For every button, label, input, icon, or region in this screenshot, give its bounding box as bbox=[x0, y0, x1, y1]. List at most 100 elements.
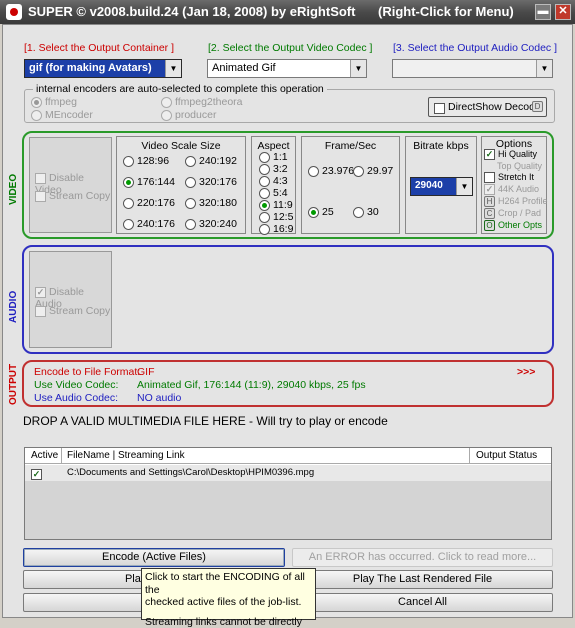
scale-option-320x176[interactable]: 320:176 bbox=[185, 176, 237, 188]
radio-icon[interactable] bbox=[31, 110, 42, 121]
h264-profile-button[interactable]: HH264 Profile bbox=[484, 196, 548, 208]
radio-icon[interactable] bbox=[185, 219, 196, 230]
radio-icon[interactable] bbox=[353, 166, 364, 177]
radio-icon[interactable] bbox=[259, 212, 270, 223]
radio-icon[interactable] bbox=[308, 166, 319, 177]
checkbox-icon[interactable] bbox=[434, 103, 445, 114]
aspect-option-4-3[interactable]: 4:3 bbox=[259, 175, 288, 187]
bitrate-select[interactable]: 29040 ▼ bbox=[410, 177, 473, 196]
radio-icon[interactable] bbox=[185, 177, 196, 188]
cancel-all-button[interactable]: Cancel All bbox=[292, 593, 553, 612]
checkbox-icon[interactable] bbox=[484, 172, 495, 183]
radio-icon[interactable] bbox=[161, 110, 172, 121]
fps-option-30[interactable]: 30 bbox=[353, 206, 379, 218]
bitrate-value: 29040 bbox=[415, 180, 443, 191]
video-options-group: Options ✓Hi Quality Top Quality Stretch … bbox=[481, 136, 547, 234]
aspect-option-16-9[interactable]: 16:9 bbox=[259, 223, 293, 235]
output-more-button[interactable]: >>> bbox=[517, 366, 535, 378]
output-format-value: GIF bbox=[137, 366, 155, 378]
job-list[interactable]: Active FileName | Streaming Link Output … bbox=[24, 447, 552, 540]
checkbox-icon[interactable] bbox=[35, 173, 46, 184]
fps-option-2997[interactable]: 29.97 bbox=[353, 165, 393, 177]
drop-zone-text[interactable]: DROP A VALID MULTIMEDIA FILE HERE - Will… bbox=[23, 414, 388, 428]
checkbox-icon[interactable]: ✓ bbox=[484, 149, 495, 160]
encoder-producer[interactable]: producer bbox=[161, 109, 216, 121]
row-active-checkbox[interactable]: ✓ bbox=[31, 469, 42, 480]
aspect-option-1-1[interactable]: 1:1 bbox=[259, 151, 288, 163]
radio-icon[interactable] bbox=[259, 188, 270, 199]
top-quality-label[interactable]: Top Quality bbox=[497, 161, 542, 173]
radio-icon[interactable] bbox=[185, 156, 196, 167]
video-codec-select[interactable]: Animated Gif ▼ bbox=[207, 59, 367, 78]
scale-option-240x176[interactable]: 240:176 bbox=[123, 218, 175, 230]
radio-icon[interactable] bbox=[123, 219, 134, 230]
radio-icon[interactable] bbox=[123, 156, 134, 167]
other-opts-button[interactable]: OOther Opts bbox=[484, 220, 542, 232]
radio-icon[interactable] bbox=[259, 152, 270, 163]
radio-icon[interactable] bbox=[259, 164, 270, 175]
title-bar[interactable]: SUPER © v2008.build.24 (Jan 18, 2008) by… bbox=[0, 0, 575, 24]
video-stream-copy-checkbox[interactable]: Stream Copy bbox=[35, 190, 110, 202]
scale-option-220x176[interactable]: 220:176 bbox=[123, 197, 175, 209]
job-list-row[interactable]: ✓ C:\Documents and Settings\Carol\Deskto… bbox=[25, 465, 551, 481]
container-select[interactable]: gif (for making Avatars) ▼ bbox=[24, 59, 182, 78]
radio-icon[interactable] bbox=[259, 200, 270, 211]
fps-option-23976[interactable]: 23.976 bbox=[308, 165, 354, 177]
aspect-option-11-9[interactable]: 11:9 bbox=[259, 199, 293, 211]
minimize-button[interactable]: ▬ bbox=[535, 4, 551, 20]
chevron-down-icon[interactable]: ▼ bbox=[536, 60, 552, 77]
checkbox-icon[interactable]: ✓ bbox=[484, 184, 495, 195]
audio-disable-box: ✓Disable Audio Stream Copy bbox=[29, 251, 112, 348]
col-status-header[interactable]: Output Status bbox=[476, 450, 537, 461]
checkbox-icon[interactable] bbox=[35, 306, 46, 317]
scale-option-128x96[interactable]: 128:96 bbox=[123, 155, 169, 167]
radio-icon[interactable] bbox=[161, 97, 172, 108]
radio-icon[interactable] bbox=[259, 224, 270, 235]
tooltip-line-3: Streaming links cannot be directly bbox=[145, 616, 312, 628]
radio-icon[interactable] bbox=[308, 207, 319, 218]
radio-icon[interactable] bbox=[123, 177, 134, 188]
error-info-button[interactable]: An ERROR has occurred. Click to read mor… bbox=[292, 548, 553, 567]
radio-icon[interactable] bbox=[185, 198, 196, 209]
encode-button[interactable]: Encode (Active Files) bbox=[23, 548, 285, 567]
checkbox-icon[interactable]: ✓ bbox=[35, 287, 46, 298]
radio-icon[interactable] bbox=[123, 198, 134, 209]
audio-44k-checkbox[interactable]: ✓44K Audio bbox=[484, 184, 539, 196]
checkbox-icon[interactable] bbox=[35, 191, 46, 202]
radio-icon[interactable] bbox=[31, 97, 42, 108]
radio-icon[interactable] bbox=[259, 176, 270, 187]
col-file-header[interactable]: FileName | Streaming Link bbox=[67, 450, 185, 461]
encoder-ffmpeg[interactable]: ffmpeg bbox=[31, 96, 77, 108]
chevron-down-icon[interactable]: ▼ bbox=[456, 178, 472, 195]
scale-option-320x180[interactable]: 320:180 bbox=[185, 197, 237, 209]
app-icon[interactable] bbox=[6, 4, 22, 20]
crop-pad-button[interactable]: CCrop / Pad bbox=[484, 208, 541, 220]
directshow-badge[interactable]: D bbox=[532, 101, 543, 112]
tooltip-line-2: checked active files of the job-list. bbox=[145, 596, 312, 609]
scale-option-176x144[interactable]: 176:144 bbox=[123, 176, 175, 188]
scale-size-title: Video Scale Size bbox=[117, 140, 245, 152]
encoder-ffmpeg2theora[interactable]: ffmpeg2theora bbox=[161, 96, 243, 108]
crop-badge: C bbox=[484, 208, 495, 219]
directshow-decode-toggle[interactable]: DirectShow Decode D bbox=[428, 97, 547, 117]
close-button[interactable]: ✕ bbox=[555, 4, 571, 20]
aspect-option-5-4[interactable]: 5:4 bbox=[259, 187, 288, 199]
scale-option-320x240[interactable]: 320:240 bbox=[185, 218, 237, 230]
radio-icon[interactable] bbox=[353, 207, 364, 218]
audio-codec-select[interactable]: ▼ bbox=[392, 59, 553, 78]
play-last-rendered-button[interactable]: Play The Last Rendered File bbox=[292, 570, 553, 589]
stretch-it-checkbox[interactable]: Stretch It bbox=[484, 172, 534, 184]
encoder-mencoder[interactable]: MEncoder bbox=[31, 109, 93, 121]
audio-stream-copy-checkbox[interactable]: Stream Copy bbox=[35, 305, 110, 317]
chevron-down-icon[interactable]: ▼ bbox=[350, 60, 366, 77]
chevron-down-icon[interactable]: ▼ bbox=[165, 60, 181, 77]
aspect-option-3-2[interactable]: 3:2 bbox=[259, 163, 288, 175]
audio-section-label: AUDIO bbox=[8, 283, 19, 323]
video-codec-select-value: Animated Gif bbox=[212, 62, 276, 74]
container-section-label: [1. Select the Output Container ] bbox=[24, 42, 174, 54]
col-active-header[interactable]: Active bbox=[31, 450, 58, 461]
scale-option-240x192[interactable]: 240:192 bbox=[185, 155, 237, 167]
fps-option-25[interactable]: 25 bbox=[308, 206, 334, 218]
aspect-option-12-5[interactable]: 12:5 bbox=[259, 211, 293, 223]
hi-quality-checkbox[interactable]: ✓Hi Quality bbox=[484, 149, 537, 161]
